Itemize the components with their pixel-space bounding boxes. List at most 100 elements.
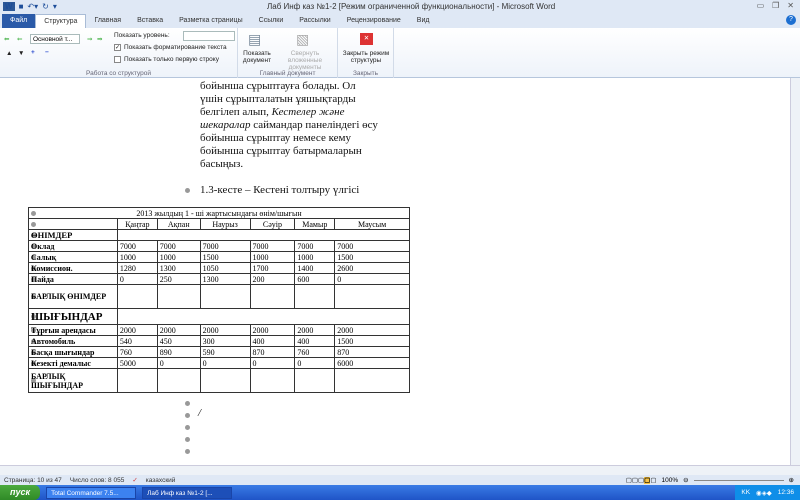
table-cell[interactable]: 300 [199,335,251,347]
move-up-icon[interactable]: ▲ [6,50,12,57]
outline-level-select[interactable]: Основной т... [30,34,80,44]
table-cell[interactable]: 450 [156,335,201,347]
table-cell[interactable]: 2600 [334,262,410,274]
table-cell[interactable]: 760 [294,346,336,358]
collapse-subdocuments-button[interactable]: Свернуть вложенные документы [274,50,336,71]
move-down-icon[interactable]: ▼ [18,50,24,57]
table-cell[interactable]: 1500 [334,335,410,347]
table-cell[interactable]: 1500 [199,251,251,263]
language-indicator[interactable]: KK [741,489,750,496]
zoom-slider[interactable] [693,479,784,481]
outline-bullet[interactable] [185,401,190,406]
tab-mailings[interactable]: Рассылки [291,14,338,28]
language[interactable]: казахский [146,477,176,484]
tab-view[interactable]: Вид [409,14,438,28]
document-area[interactable]: бойынша сұрыптауға болады. Ол үшін сұрып… [0,78,790,465]
spelling-icon[interactable]: ✓ [132,476,137,484]
table-cell[interactable]: 7000 [249,240,296,252]
table-cell[interactable]: 600 [294,273,336,285]
table-cell[interactable]: 5000 [116,357,158,369]
outline-bullet[interactable] [185,449,190,454]
table-cell[interactable]: 1280 [116,262,158,274]
table-cell[interactable] [294,284,336,309]
view-buttons-icon[interactable]: ▢▢▢▢▢ [626,476,656,484]
table-cell[interactable]: 1000 [294,251,336,263]
restore-icon[interactable]: ❐ [772,1,779,10]
table-cell[interactable]: 0 [116,273,158,285]
table-cell[interactable]: 7000 [199,240,251,252]
show-first-line-checkbox[interactable]: Показать только первую строку [114,56,219,63]
undo-icon[interactable]: ↶▾ [27,2,38,11]
promote-icon[interactable]: ⇐ [17,35,22,43]
zoom-level[interactable]: 100% [661,477,678,484]
table-cell[interactable] [249,284,296,309]
table-cell[interactable] [116,284,158,309]
table-cell[interactable]: 2000 [294,324,336,336]
taskbar-item-word[interactable]: Лаб Инф каз №1-2 [... [142,486,233,499]
tab-page-layout[interactable]: Разметка страницы [171,14,251,28]
expand-icon[interactable]: + [31,49,35,56]
table-cell[interactable]: 0 [156,357,201,369]
table-cell[interactable]: 400 [249,335,296,347]
table-cell[interactable] [294,368,336,393]
table-cell[interactable]: 1000 [249,251,296,263]
close-icon[interactable]: ✕ [787,1,794,10]
table-cell[interactable]: 1000 [156,251,201,263]
tab-outline[interactable]: Структура [35,14,87,28]
demote-icon[interactable]: ⇒ [87,35,92,43]
table-cell[interactable] [249,368,296,393]
save-icon[interactable]: ■ [19,2,24,11]
outline-bullet[interactable] [185,413,190,418]
taskbar-item-total-commander[interactable]: Total Commander 7.5... [46,486,137,499]
page-count[interactable]: Страница: 10 из 47 [4,477,62,484]
tab-file[interactable]: Файл [2,14,36,28]
table-cell[interactable]: 540 [116,335,158,347]
table-cell[interactable]: 2000 [156,324,201,336]
horizontal-scrollbar[interactable] [0,465,800,475]
help-icon[interactable]: ? [786,15,796,25]
customize-toolbar-icon[interactable]: ▾ [53,2,57,11]
table-cell[interactable]: 7000 [156,240,201,252]
close-outline-button[interactable]: Закрыть режим структуры [340,50,392,64]
table-cell[interactable]: 0 [249,357,296,369]
table-cell[interactable]: 0 [199,357,251,369]
word-count[interactable]: Число слов: 8 055 [70,477,125,484]
tab-review[interactable]: Рецензирование [339,14,409,28]
zoom-out-icon[interactable]: ⊖ [683,476,688,484]
table-cell[interactable]: 7000 [116,240,158,252]
tab-home[interactable]: Главная [86,14,129,28]
show-document-button[interactable]: Показать документ [240,50,274,64]
table-cell[interactable]: 870 [334,346,410,358]
show-level-select[interactable] [183,31,235,41]
table-cell[interactable] [199,368,251,393]
start-button[interactable]: пуск [0,485,41,500]
collapse-icon[interactable]: − [45,49,49,56]
table-cell[interactable]: 200 [249,273,296,285]
table-cell[interactable]: 2000 [199,324,251,336]
show-formatting-checkbox[interactable]: ✓ Показать форматирование текста [114,44,227,51]
table-cell[interactable]: 870 [249,346,296,358]
tab-references[interactable]: Ссылки [251,14,292,28]
table-cell[interactable]: 400 [294,335,336,347]
table-cell[interactable]: 2000 [249,324,296,336]
table-cell[interactable] [156,368,201,393]
outline-bullet[interactable] [185,188,190,193]
tab-insert[interactable]: Вставка [129,14,171,28]
table-cell[interactable]: 890 [156,346,201,358]
table-cell[interactable]: 590 [199,346,251,358]
table-cell[interactable]: 1300 [156,262,201,274]
minimize-icon[interactable]: ▭ [757,1,765,10]
table-cell[interactable]: 7000 [294,240,336,252]
promote-to-heading-icon[interactable]: ⇚ [4,35,9,43]
table-cell[interactable]: 2000 [334,324,410,336]
redo-icon[interactable]: ↻ [42,2,49,11]
demote-to-body-icon[interactable]: ⇛ [97,35,102,43]
table-cell[interactable]: 0 [294,357,336,369]
table-cell[interactable]: 2000 [116,324,158,336]
table-cell[interactable]: 1300 [199,273,251,285]
table-cell[interactable]: 760 [116,346,158,358]
outline-bullet[interactable] [185,425,190,430]
table-cell[interactable] [116,368,158,393]
table-cell[interactable] [334,368,410,393]
table-cell[interactable]: 0 [334,273,410,285]
